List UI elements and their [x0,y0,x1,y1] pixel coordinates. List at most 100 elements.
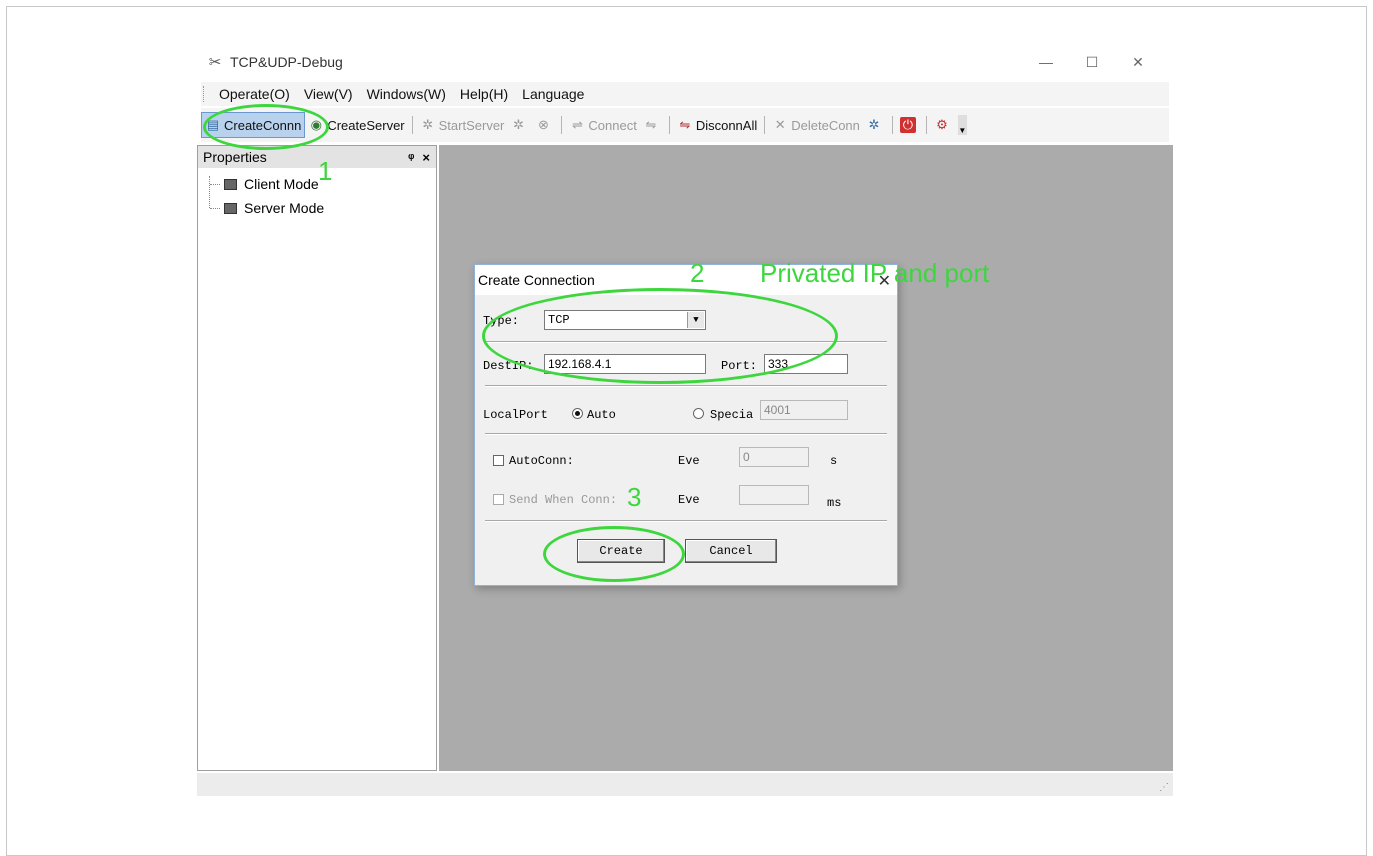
delete-conn-label: DeleteConn [791,117,860,133]
disconnect-button[interactable]: ⇋ [640,113,665,137]
close-button[interactable]: ✕ [1115,44,1161,80]
delete-icon: ✕ [774,117,786,132]
properties-title: Properties [203,149,267,165]
toolbar-separator [764,116,766,134]
create-server-label: CreateServer [327,117,405,133]
maximize-button[interactable]: ☐ [1069,44,1115,80]
autoconn-checkbox[interactable] [493,455,504,466]
power-icon: ⏻ [899,117,916,133]
start-server-button[interactable]: ✲ StartServer [417,113,508,137]
properties-header: Properties ᵠ × [198,146,436,168]
eve-label: Eve [678,493,700,507]
tree-item-label: Client Mode [244,176,319,192]
resize-grip-icon[interactable]: ⋰ [1159,782,1169,793]
send-interval-input[interactable] [739,485,809,505]
autoconn-interval-input[interactable]: 0 [739,447,809,467]
toolbar-overflow-icon[interactable]: ▼ [957,115,967,135]
type-select[interactable]: TCP ▼ [544,310,706,330]
localport-label: LocalPort [483,408,548,422]
pin-icon[interactable]: ᵠ [408,150,414,165]
toolbar-separator [561,116,563,134]
cancel-button[interactable]: Cancel [685,539,777,563]
toolbar-separator [891,116,893,134]
tree-item-label: Server Mode [244,200,325,216]
disconnect-all-icon: ⇋ [679,117,691,132]
create-conn-button[interactable]: ▤ CreateConnn [201,112,306,138]
app-logo-icon: ✂ [208,54,222,71]
send-when-conn-checkbox[interactable] [493,494,504,505]
status-bar: ⋰ [197,773,1173,796]
autoconn-label: AutoConn: [509,454,574,468]
annotation-step-3: 3 [627,482,642,512]
port-input[interactable]: 333 [764,354,848,374]
menu-help[interactable]: Help(H) [453,86,515,102]
delete-all-icon: ✲ [868,117,880,132]
destip-label: DestIP: [483,359,534,373]
menu-grip [203,86,206,102]
create-button[interactable]: Create [577,539,665,563]
dialog-divider [485,385,887,387]
computer-icon [224,202,237,214]
destip-input[interactable]: 192.168.4.1 [544,354,706,374]
disconn-all-button[interactable]: ⇋ DisconnAll [674,113,760,137]
dialog-title: Create Connection [478,272,595,288]
type-select-value: TCP [548,313,570,327]
about-button[interactable]: ⚙ [931,113,956,137]
toolbar-separator [411,116,413,134]
send-when-conn-label: Send When Conn: [509,493,618,507]
window-title: TCP&UDP-Debug [230,54,343,70]
annotation-step-1: 1 [318,156,333,186]
delete-conn-button[interactable]: ✕ DeleteConn [769,113,863,137]
annotation-step-2-text: Privated IP and port [760,258,990,288]
special-port-input[interactable]: 4001 [760,400,848,420]
menu-windows[interactable]: Windows(W) [360,86,453,102]
port-label: Port: [721,359,758,373]
connect-button[interactable]: ⇌ Connect [566,113,639,137]
connect-icon: ⇌ [571,117,583,132]
disconn-all-label: DisconnAll [695,117,758,133]
delete-all-button[interactable]: ✲ [863,113,888,137]
annotation-step-2: 2 [690,258,705,288]
exit-button[interactable]: ⏻ [897,113,922,137]
new-connection-icon: ▤ [206,117,220,132]
toolbar-separator [668,116,670,134]
toolbar: ▤ CreateConnn ◉ CreateServer ✲ StartServ… [201,108,1169,142]
create-connection-dialog: Create Connection ✕ Type: TCP ▼ DestIP: … [474,264,898,586]
stop-server-button[interactable]: ✲ [507,113,532,137]
dialog-divider [485,341,887,343]
special-radio[interactable] [693,408,704,419]
eve-label: Eve [678,454,700,468]
stop-circle-icon: ⊗ [537,117,549,132]
type-label: Type: [483,314,520,328]
create-server-button[interactable]: ◉ CreateServer [305,113,407,137]
tree-item-client-mode[interactable]: Client Mode [198,172,436,196]
server-stop-icon: ✲ [512,117,524,132]
server-start-icon: ✲ [422,117,434,132]
milliseconds-unit-label: ms [827,496,842,510]
close-server-button[interactable]: ⊗ [532,113,557,137]
menu-language[interactable]: Language [515,86,591,102]
connect-label: Connect [588,117,637,133]
auto-radio[interactable] [572,408,583,419]
dialog-divider [485,433,887,435]
tools-icon: ⚙ [936,117,948,132]
start-server-label: StartServer [438,117,505,133]
menu-bar: Operate(O) View(V) Windows(W) Help(H) La… [201,82,1169,106]
mode-tree: Client Mode Server Mode [198,168,436,220]
dialog-divider [485,520,887,522]
globe-icon: ◉ [310,117,322,132]
properties-panel: Properties ᵠ × Client Mode Server Mode [197,145,437,771]
tree-item-server-mode[interactable]: Server Mode [198,196,436,220]
seconds-unit-label: s [830,454,838,468]
chevron-down-icon: ▼ [687,312,704,328]
computer-icon [224,178,237,190]
menu-view[interactable]: View(V) [297,86,360,102]
disconnect-icon: ⇋ [645,117,657,132]
special-radio-label: Specia [710,408,754,422]
title-bar: ✂ TCP&UDP-Debug — ☐ ✕ [197,44,1173,80]
menu-operate[interactable]: Operate(O) [212,86,297,102]
create-conn-label: CreateConnn [224,117,302,133]
minimize-button[interactable]: — [1023,44,1069,80]
auto-radio-label: Auto [587,408,616,422]
panel-close-icon[interactable]: × [422,150,430,165]
